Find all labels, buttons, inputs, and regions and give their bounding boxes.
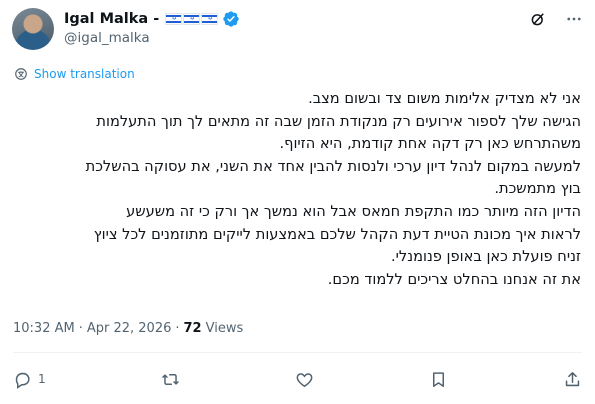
avatar[interactable] xyxy=(12,8,54,50)
tweet-line: למעשה במקום לנהל דיון ערכי ולנסות להבין … xyxy=(85,157,581,175)
share-icon xyxy=(565,371,580,386)
like-button[interactable] xyxy=(295,368,314,390)
tweet-line: זניח פועלת כאן באופן פנומנלי. xyxy=(391,248,581,266)
show-translation-label[interactable]: Show translation xyxy=(34,67,135,81)
views-count: 72 xyxy=(183,321,202,336)
show-translation[interactable]: Show translation xyxy=(14,67,135,81)
tweet-meta: 10:32 AM · Apr 22, 2026 · 72 Views xyxy=(13,321,243,336)
meta-separator: · xyxy=(78,321,83,336)
bookmark-icon xyxy=(432,371,444,387)
repost-button[interactable] xyxy=(161,368,180,390)
flags: ✡ ✡ ✡ xyxy=(165,13,219,25)
heart-icon xyxy=(296,372,313,387)
author-handle[interactable]: @igal_malka xyxy=(64,30,150,46)
translate-icon xyxy=(15,68,27,80)
tweet-date[interactable]: Apr 22, 2026 xyxy=(87,321,172,336)
israel-flag-icon: ✡ xyxy=(183,13,201,25)
israel-flag-icon: ✡ xyxy=(165,13,183,25)
meta-separator: · xyxy=(175,321,180,336)
divider xyxy=(13,352,582,353)
israel-flag-icon: ✡ xyxy=(201,13,219,25)
tweet-line: משהתרחש כאן רק דקה אחת קודמת, היא הזיוף. xyxy=(279,135,581,153)
more-icon[interactable] xyxy=(565,10,583,28)
tweet-line: את זה אנחנו בהחלט צריכים ללמוד מכם. xyxy=(327,270,581,288)
display-name[interactable]: Igal Malka - xyxy=(64,11,159,27)
views-label: Views xyxy=(205,321,244,336)
top-icons xyxy=(529,10,583,28)
grok-icon[interactable] xyxy=(529,10,547,28)
tweet-line: אני לא מצדיק אלימות משום צד ובשום מצב. xyxy=(308,90,581,107)
author-name-row: Igal Malka - ✡ ✡ ✡ xyxy=(64,9,240,29)
action-bar: 1 xyxy=(13,368,582,390)
reply-button[interactable]: 1 xyxy=(13,368,46,390)
reply-icon xyxy=(15,372,30,389)
tweet-text: אני לא מצדיק אלימות משום צד ובשום מצב. ה… xyxy=(10,88,581,291)
reply-count: 1 xyxy=(38,372,46,386)
tweet-line: בוץ מתמשכת. xyxy=(494,180,581,198)
share-button[interactable] xyxy=(563,368,582,390)
tweet-line: הדיון הזה מיותר כמו התקפת חמאס אבל הוא נ… xyxy=(126,202,581,220)
tweet-time[interactable]: 10:32 AM xyxy=(13,321,75,336)
tweet-line: הגישה שלך לספור אירועים רק מנקודת הזמן ש… xyxy=(96,112,581,130)
repost-icon xyxy=(161,373,179,385)
bookmark-button[interactable] xyxy=(429,368,448,390)
verified-badge-icon xyxy=(223,11,239,27)
tweet-line: לראות איך מכונת הטיית דעת הקהל שלכם באמצ… xyxy=(93,225,581,243)
